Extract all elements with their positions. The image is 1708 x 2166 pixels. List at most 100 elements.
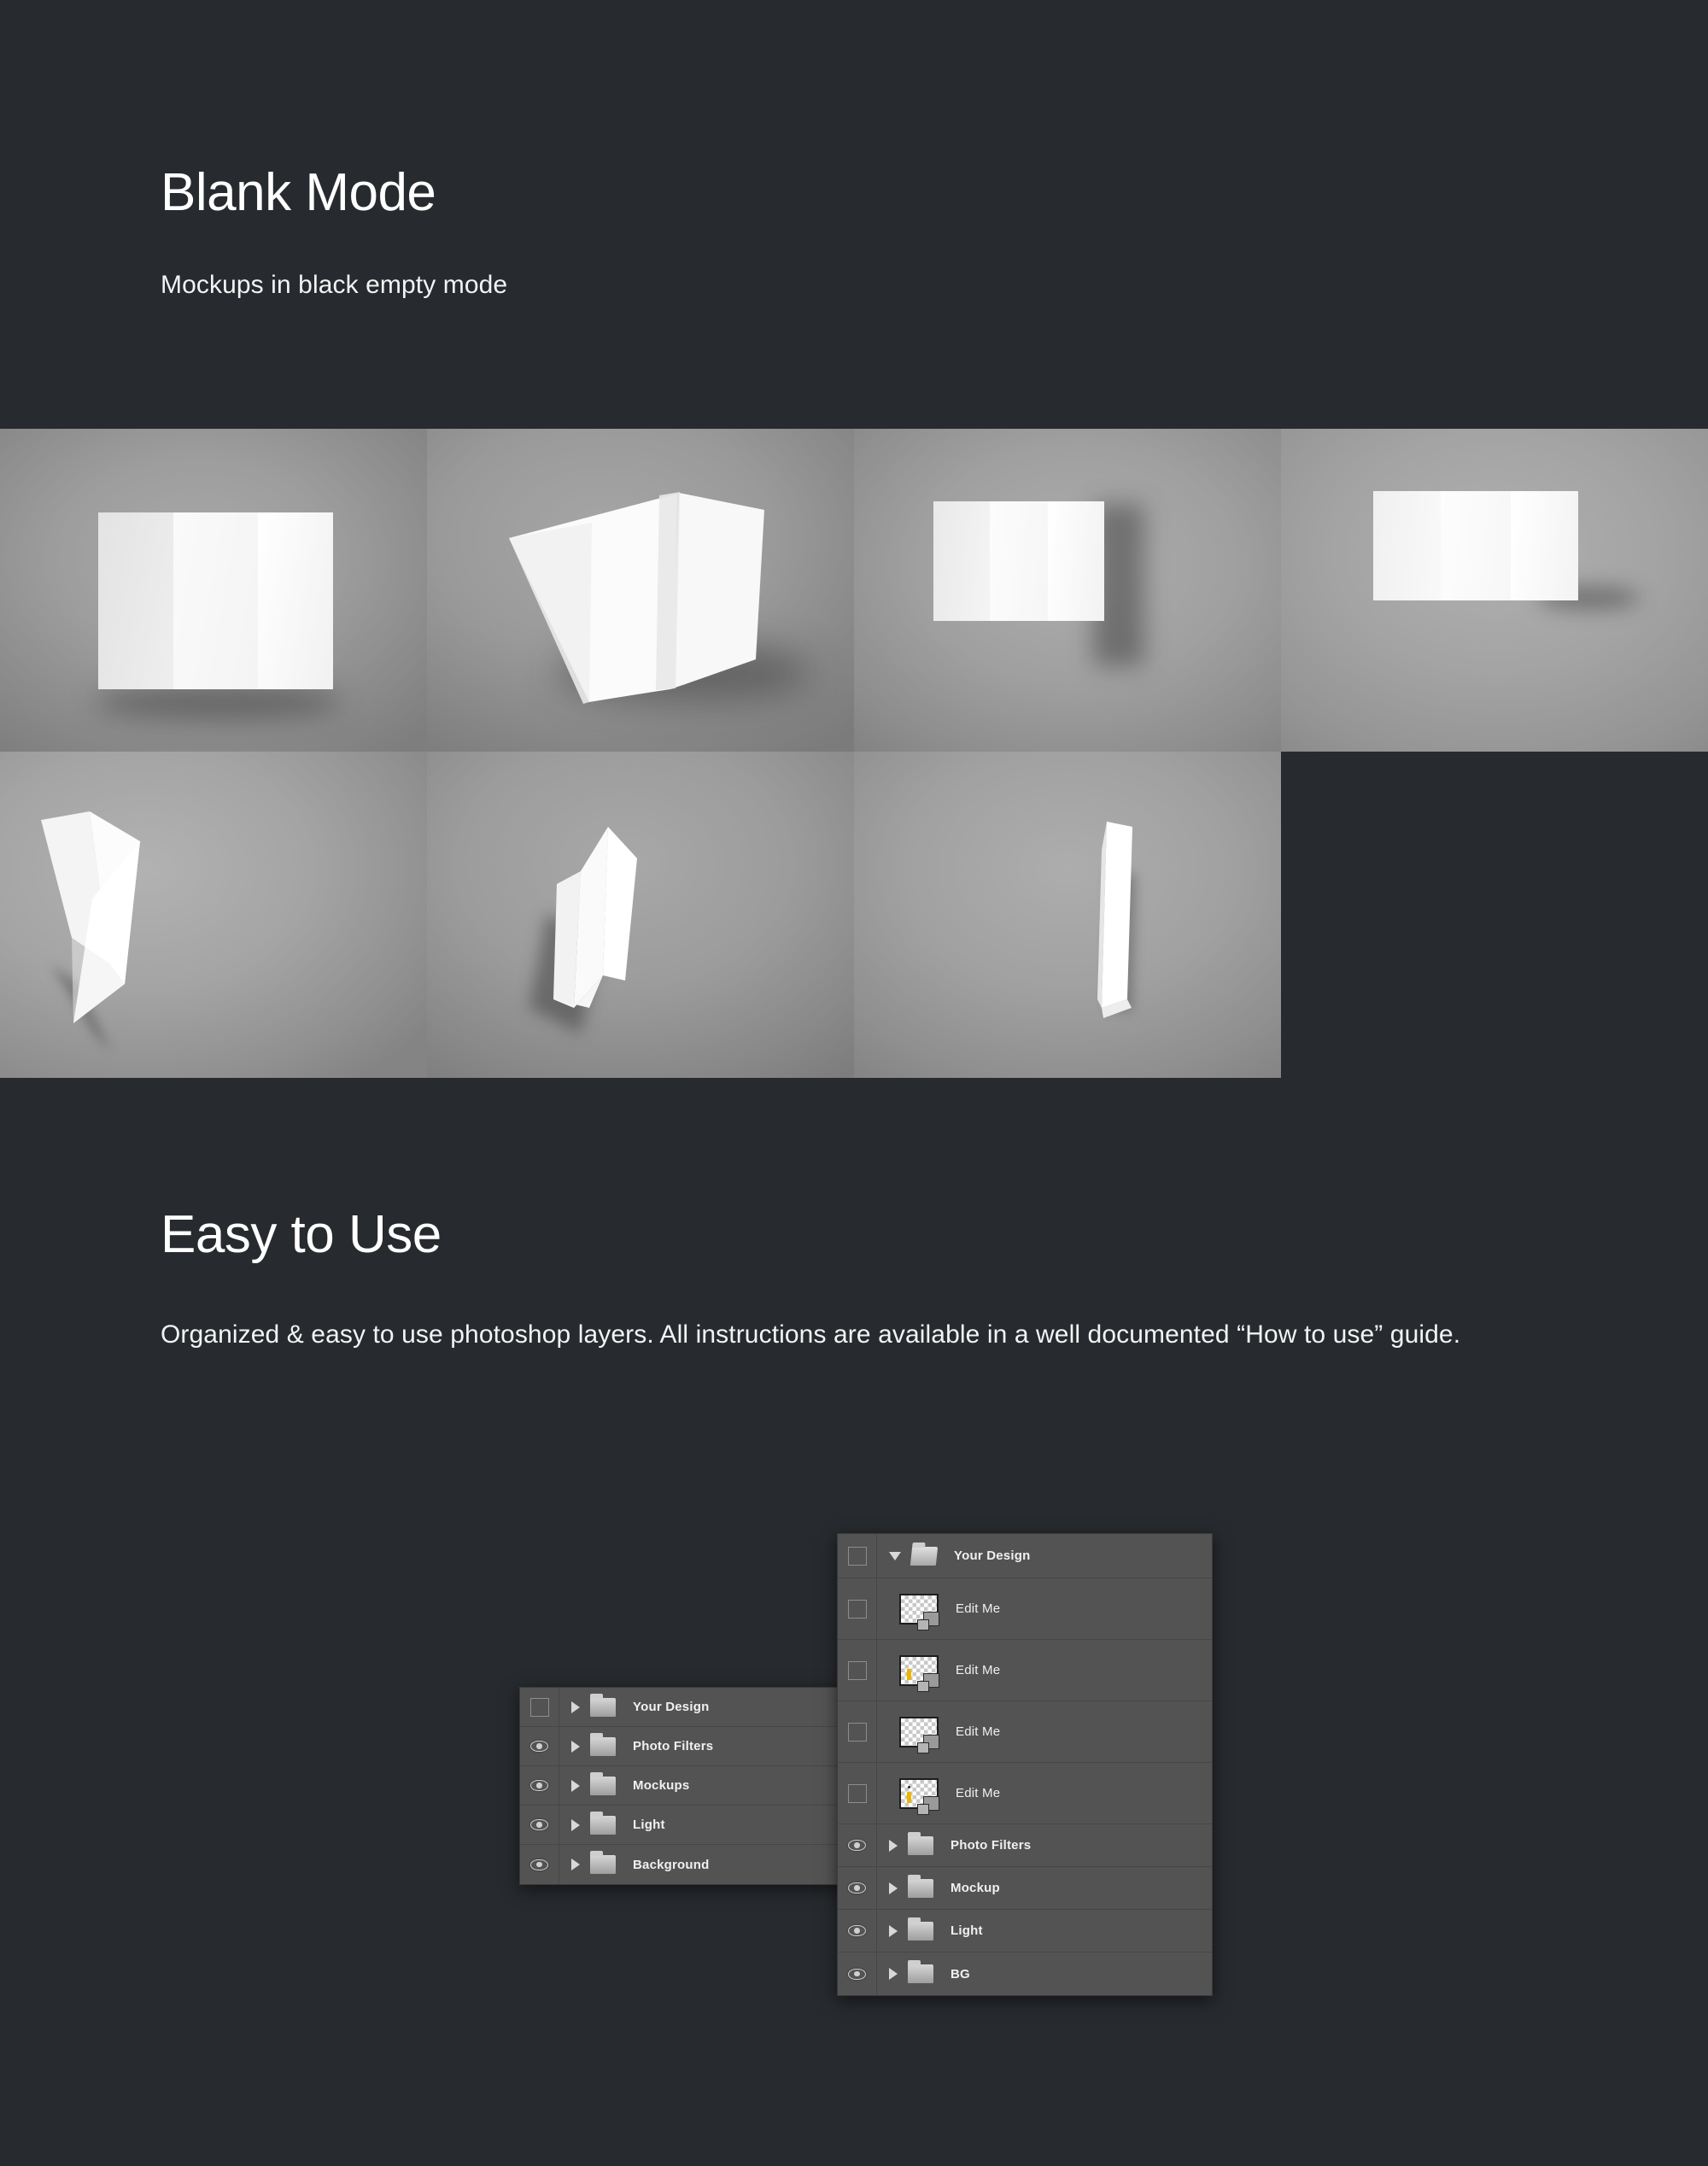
folder-icon (908, 1960, 933, 1983)
layers-panel-collapsed[interactable]: Your Design Photo Filters Mockups Light (519, 1687, 861, 1885)
layer-row-your-design[interactable]: Your Design (838, 1534, 1212, 1578)
eye-icon (530, 1819, 548, 1830)
page-title: Blank Mode (161, 163, 436, 222)
trifold-angled-illustration (509, 492, 764, 704)
checkbox-icon (847, 1722, 867, 1742)
layer-name: Photo Filters (633, 1739, 714, 1753)
mockup-cell-trifold-angled-open-perspective (427, 429, 854, 752)
smart-object-badge-icon (917, 1734, 939, 1753)
page-root: Blank Mode Mockups in black empty mode E… (0, 0, 1708, 2166)
layer-name: Edit Me (956, 1663, 1001, 1677)
visibility-toggle[interactable] (838, 1578, 877, 1639)
chevron-down-icon[interactable] (889, 1551, 901, 1560)
visibility-toggle[interactable] (838, 1824, 877, 1866)
eye-icon (848, 1968, 866, 1980)
visibility-toggle[interactable] (838, 1701, 877, 1762)
layer-row[interactable]: Photo Filters (520, 1727, 860, 1766)
folder-open-icon (910, 1546, 939, 1566)
visibility-toggle[interactable] (838, 1867, 877, 1909)
smart-object-badge-icon (917, 1672, 939, 1692)
visibility-toggle[interactable] (520, 1806, 559, 1844)
layer-name: Edit Me (956, 1724, 1001, 1739)
layer-thumbnail-icon (899, 1654, 939, 1692)
layer-name: Light (633, 1818, 665, 1832)
chevron-right-icon[interactable] (889, 1882, 898, 1894)
layer-row-mockup[interactable]: Mockup (838, 1867, 1212, 1910)
layer-name: Background (633, 1857, 710, 1872)
chevron-right-icon[interactable] (571, 1818, 580, 1831)
eye-icon (848, 1840, 866, 1851)
visibility-toggle[interactable] (520, 1845, 559, 1884)
eye-icon (848, 1882, 866, 1894)
layer-row-photo-filters[interactable]: Photo Filters (838, 1824, 1212, 1867)
mockup-cell-trifold-tilted-open-top-view (0, 752, 427, 1078)
visibility-toggle[interactable] (838, 1952, 877, 1995)
mockup-cell-trifold-inside-spread-front (1281, 429, 1708, 752)
mockup-cell-trifold-inside-spread-standing (854, 429, 1281, 752)
smart-object-accent-mark (907, 1785, 911, 1803)
layer-name: Mockups (633, 1778, 690, 1793)
eye-icon (848, 1925, 866, 1936)
layer-name: Photo Filters (951, 1838, 1032, 1853)
layer-name: Light (951, 1923, 983, 1938)
checkbox-icon (847, 1660, 867, 1680)
layer-row-edit-me[interactable]: Edit Me (838, 1640, 1212, 1701)
folder-icon (590, 1811, 616, 1835)
folder-icon (590, 1851, 616, 1874)
chevron-right-icon[interactable] (571, 1779, 580, 1792)
layer-name: BG (951, 1966, 970, 1982)
layer-row-edit-me[interactable]: Edit Me (838, 1578, 1212, 1640)
checkbox-icon (847, 1599, 867, 1619)
eye-icon (530, 1859, 548, 1870)
chevron-right-icon[interactable] (889, 1924, 898, 1937)
layer-row[interactable]: Your Design (520, 1688, 860, 1727)
visibility-toggle[interactable] (520, 1688, 559, 1726)
folder-icon (590, 1771, 616, 1795)
layer-thumbnail-icon (899, 1716, 939, 1753)
chevron-right-icon[interactable] (889, 1839, 898, 1852)
trifold-closed-illustration (1097, 822, 1136, 1018)
layer-name: Edit Me (956, 1601, 1001, 1616)
folder-icon (590, 1693, 616, 1717)
trifold-tilted-angled-illustration (529, 827, 637, 1033)
eye-icon (530, 1780, 548, 1791)
section-blank-mode-header: Blank Mode Mockups in black empty mode (161, 167, 507, 304)
layer-row[interactable]: Mockups (520, 1766, 860, 1806)
layer-row[interactable]: Background (520, 1845, 860, 1884)
layer-row-edit-me[interactable]: Edit Me (838, 1701, 1212, 1763)
section-title: Easy to Use (161, 1205, 442, 1264)
layer-row-light[interactable]: Light (838, 1910, 1212, 1952)
mockup-cell-trifold-closed-tilted (854, 752, 1281, 1078)
layer-row[interactable]: Light (520, 1806, 860, 1845)
mockup-grid (0, 429, 1708, 1078)
layer-row-edit-me[interactable]: Edit Me (838, 1763, 1212, 1824)
folder-icon (590, 1732, 616, 1756)
visibility-toggle[interactable] (838, 1640, 877, 1701)
layer-name: Your Design (954, 1548, 1031, 1563)
visibility-toggle[interactable] (838, 1910, 877, 1952)
visibility-toggle[interactable] (838, 1763, 877, 1824)
visibility-toggle[interactable] (520, 1766, 559, 1805)
section-body-text: Organized & easy to use photoshop layers… (161, 1320, 1461, 1349)
folder-icon (908, 1874, 933, 1898)
folder-icon (908, 1831, 933, 1855)
layer-thumbnail-icon (899, 1777, 939, 1815)
layer-name: Mockup (951, 1881, 1000, 1895)
chevron-right-icon[interactable] (571, 1740, 580, 1753)
section-easy-to-use-header: Easy to Use Organized & easy to use phot… (161, 1209, 1527, 1356)
layer-thumbnail-icon (899, 1593, 939, 1630)
layer-row-bg[interactable]: BG (838, 1952, 1212, 1995)
visibility-toggle[interactable] (520, 1727, 559, 1765)
visibility-toggle[interactable] (838, 1534, 877, 1578)
eye-icon (530, 1741, 548, 1752)
chevron-right-icon[interactable] (889, 1968, 898, 1980)
checkbox-icon (847, 1783, 867, 1803)
chevron-right-icon[interactable] (571, 1701, 580, 1713)
layer-name: Edit Me (956, 1786, 1001, 1800)
mockup-cell-trifold-tilted-open-angled (427, 752, 854, 1078)
layers-panel-expanded[interactable]: Your Design Edit Me Edit Me Edit Me Edit… (837, 1533, 1213, 1996)
chevron-right-icon[interactable] (571, 1859, 580, 1870)
smart-object-accent-mark (907, 1668, 911, 1680)
layer-name: Your Design (633, 1700, 710, 1714)
checkbox-icon (847, 1546, 867, 1566)
